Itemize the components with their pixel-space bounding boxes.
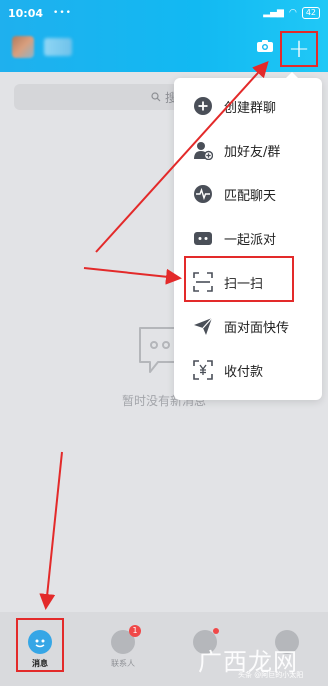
plus-button[interactable]: + — [280, 31, 318, 67]
avatar[interactable] — [12, 36, 34, 58]
menu-item-payment[interactable]: 收付款 — [174, 350, 322, 390]
create-group-icon — [192, 95, 214, 117]
app-header: + — [0, 26, 328, 72]
status-bar: 10:04 ••• ▂▄▆ ◠ 42 — [0, 0, 328, 26]
blurred-username — [44, 38, 72, 56]
menu-label-create-group: 创建群聊 — [224, 100, 277, 116]
battery-icon: 42 — [301, 7, 320, 19]
message-icon — [28, 630, 52, 654]
menu-item-add-friend[interactable]: 加好友/群 — [174, 130, 322, 170]
contacts-badge: 1 — [129, 625, 141, 637]
menu-label-match-chat: 匹配聊天 — [224, 188, 277, 204]
nav-label-contacts: 联系人 — [111, 659, 135, 668]
scan-highlight-box — [184, 256, 294, 302]
contacts-icon: 1 — [111, 625, 141, 654]
nav-label-messages: 消息 — [32, 659, 48, 668]
menu-label-party: 一起派对 — [224, 232, 277, 248]
wifi-icon: ◠ — [288, 8, 297, 18]
menu-item-match-chat[interactable]: 匹配聊天 — [174, 174, 322, 214]
explore-red-dot — [213, 628, 219, 634]
signal-icon: ▂▄▆ — [263, 8, 284, 18]
menu-label-payment: 收付款 — [224, 364, 264, 380]
add-friend-icon — [192, 139, 214, 161]
message-tab-highlight[interactable]: 消息 — [16, 618, 64, 672]
search-icon — [151, 92, 161, 102]
menu-item-create-group[interactable]: 创建群聊 — [174, 86, 322, 126]
watermark-credit: 头条 @阿巨的小太阳 — [238, 671, 304, 679]
plus-dropdown-menu: 创建群聊 加好友/群 匹配聊天 一起派对 扫一扫 面对面快传 收付款 — [174, 72, 322, 400]
match-chat-icon — [192, 183, 214, 205]
face-transfer-icon — [192, 315, 214, 337]
menu-label-add-friend: 加好友/群 — [224, 144, 281, 160]
menu-item-face-transfer[interactable]: 面对面快传 — [174, 306, 322, 346]
payment-icon — [192, 359, 214, 381]
menu-item-party[interactable]: 一起派对 — [174, 218, 322, 258]
party-icon — [192, 227, 214, 249]
status-time: 10:04 — [8, 6, 44, 20]
status-right: ▂▄▆ ◠ 42 — [263, 7, 320, 19]
camera-icon[interactable] — [256, 39, 274, 53]
plus-icon: + — [288, 34, 310, 64]
nav-item-contacts[interactable]: 1 联系人 — [82, 612, 164, 686]
menu-label-face-transfer: 面对面快传 — [224, 320, 290, 336]
notification-dots: ••• — [53, 8, 72, 18]
